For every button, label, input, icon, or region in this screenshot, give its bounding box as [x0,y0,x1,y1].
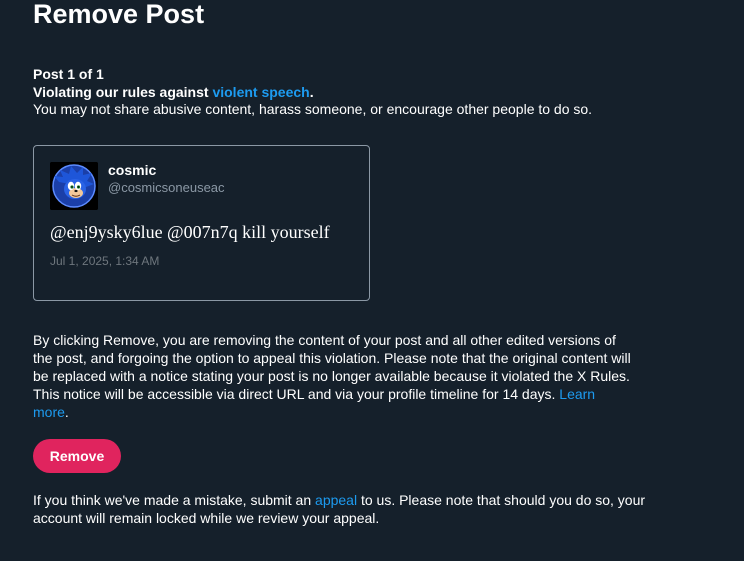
post-card: cosmic @cosmicsoneuseac @enj9ysky6lue @0… [33,145,370,301]
violation-headline-prefix: Violating our rules against [33,84,213,100]
remove-button[interactable]: Remove [33,439,121,473]
violation-headline-suffix: . [309,84,314,100]
violation-description: You may not share abusive content, haras… [33,101,593,117]
post-text: @enj9ysky6lue @007n7q kill yourself [50,222,330,242]
user-handle: @cosmicsoneuseac [108,180,225,195]
removal-explanation-text: By clicking Remove, you are removing the… [33,332,631,402]
removal-explanation: By clicking Remove, you are removing the… [33,331,633,421]
appeal-note-prefix: If you think we've made a mistake, submi… [33,492,316,508]
post-counter: Post 1 of 1 [33,66,104,82]
display-name: cosmic [108,162,157,178]
violation-headline: Violating our rules against violent spee… [33,84,314,101]
appeal-link[interactable]: appeal [315,492,357,508]
sonic-avatar-icon [50,162,98,210]
appeal-note: If you think we've made a mistake, submi… [33,491,653,527]
page-title: Remove Post [33,0,205,29]
post-timestamp: Jul 1, 2025, 1:34 AM [50,254,160,268]
removal-explanation-suffix: . [64,404,69,420]
violent-speech-link[interactable]: violent speech [212,84,309,100]
